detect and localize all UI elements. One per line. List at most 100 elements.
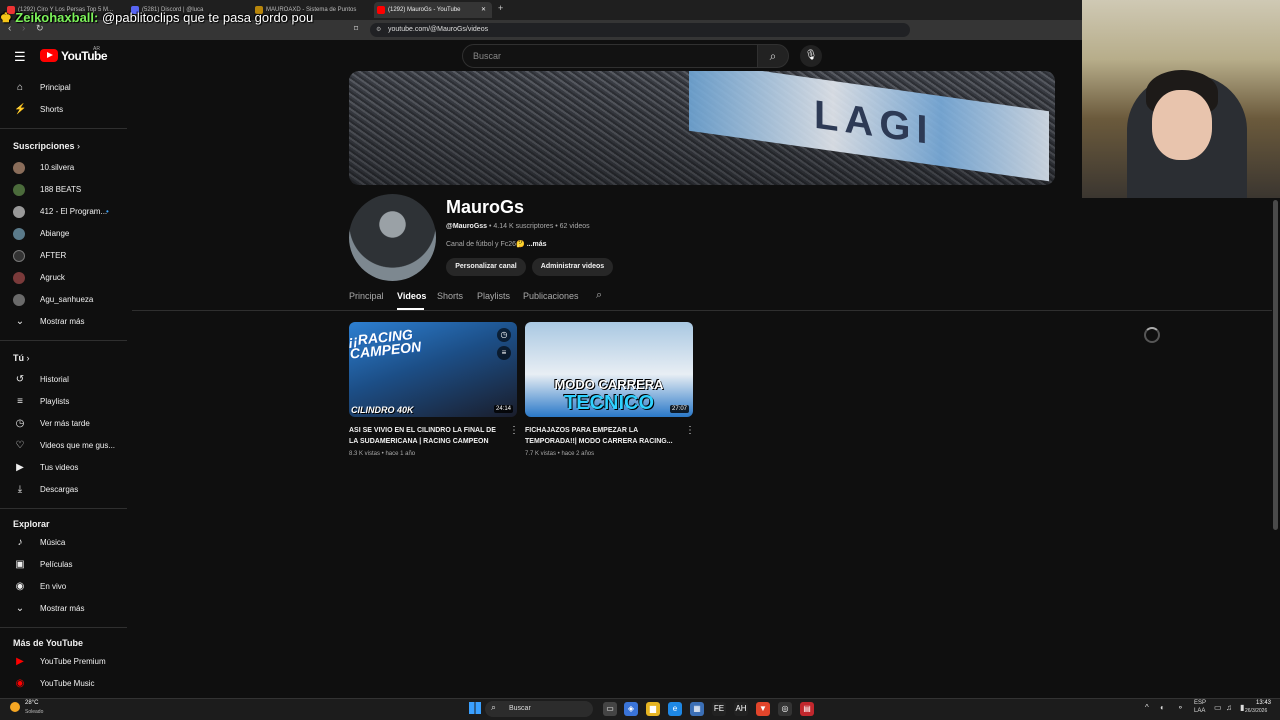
channel-avatar-large[interactable] [349, 194, 436, 281]
channel-avatar [13, 228, 25, 240]
sidebar-item-movies[interactable]: ▣ Películas [0, 554, 125, 576]
keyboard-lang[interactable]: ESP [1194, 700, 1206, 706]
sidebar-sub-item[interactable]: Agruck [0, 267, 125, 289]
site-info-icon[interactable]: ⚙ [376, 26, 381, 33]
sidebar-sub-item[interactable]: 10.silvera [0, 157, 125, 179]
sidebar-item-shorts[interactable]: ⚡ Shorts [0, 99, 125, 121]
sidebar-item-principal[interactable]: ⌂ Principal [0, 77, 125, 99]
sidebar-item-live[interactable]: ◉ En vivo [0, 576, 125, 598]
subscriptions-heading[interactable]: Suscripciones › [13, 141, 80, 151]
tab-videos[interactable]: Videos [397, 291, 426, 301]
menu-icon[interactable]: ☰ [14, 49, 26, 65]
video-meta: 8.3 K vistas • hace 1 año [349, 451, 416, 457]
description-more-link[interactable]: ...más [527, 241, 547, 248]
sidebar-sub-item[interactable]: AFTER [0, 245, 125, 267]
video-title[interactable]: FICHAJAZOS PARA EMPEZAR LA TEMPORADA!!| … [525, 425, 677, 447]
weather-sun-icon [10, 702, 20, 712]
more-options-icon[interactable]: ⋮ [509, 425, 519, 436]
app-red-icon[interactable]: ▤ [800, 702, 814, 716]
tray-app-icon[interactable]: ◐ [1160, 703, 1165, 712]
customize-channel-button[interactable]: Personalizar canal [446, 258, 526, 276]
sidebar-item-premium[interactable]: ▶ YouTube Premium [0, 651, 125, 673]
clock-time[interactable]: 13:43 [1256, 700, 1271, 706]
monitor-icon[interactable]: ▭ [1214, 703, 1222, 712]
tray-mic-icon[interactable]: ⚬ [1177, 703, 1184, 712]
sidebar-item-playlists[interactable]: ≡ Playlists [0, 391, 125, 413]
tab-principal[interactable]: Principal [349, 291, 384, 301]
you-heading[interactable]: Tú › [13, 353, 30, 363]
more-options-icon[interactable]: ⋮ [685, 425, 695, 436]
tab-publicaciones[interactable]: Publicaciones [523, 291, 579, 301]
more-youtube-heading: Más de YouTube [13, 638, 84, 648]
history-icon: ↺ [15, 374, 25, 385]
tray-chevron-icon[interactable]: ^ [1145, 703, 1149, 712]
mic-icon: 🎙 [804, 50, 818, 61]
sidebar-item-liked[interactable]: ♡ Videos que me gus... [0, 435, 125, 457]
sidebar-item-watch-later[interactable]: ◷ Ver más tarde [0, 413, 125, 435]
channel-search-icon[interactable]: ⌕ [596, 289, 602, 302]
close-tab-icon[interactable]: ✕ [481, 2, 486, 18]
edge-icon[interactable]: e [668, 702, 682, 716]
sidebar-item-music-app[interactable]: ◉ YouTube Music [0, 673, 125, 695]
file-explorer-icon[interactable]: ▆ [646, 702, 660, 716]
windows-start-icon[interactable] [469, 702, 481, 714]
video-thumbnail[interactable]: ¡¡RACING CAMPEON CILINDRO 40K ◷ ≡ 24:14 [349, 322, 517, 417]
divider [0, 508, 127, 509]
brave-icon[interactable]: ▼ [756, 702, 770, 716]
youtube-premium-icon: ▶ [16, 656, 24, 667]
region-code: AR [93, 46, 100, 52]
app-fe-icon[interactable]: FE [712, 702, 726, 716]
sidebar-item-music[interactable]: ♪ Música [0, 532, 125, 554]
video-title[interactable]: ASI SE VIVIO EN EL CILINDRO LA FINAL DE … [349, 425, 501, 447]
speaker-icon[interactable]: ♫ [1226, 703, 1232, 712]
channel-stats: • 4.14 K suscriptores • 62 videos [487, 223, 590, 230]
channel-handle: @MauroGss [446, 223, 488, 230]
task-view-icon[interactable]: ▭ [603, 702, 617, 716]
watch-later-icon[interactable]: ◷ [497, 328, 511, 342]
sidebar-sub-item[interactable]: Agu_sanhueza [0, 289, 125, 311]
channel-description[interactable]: Canal de fútbol y Fc26🤔 ...más [446, 240, 547, 248]
search-input[interactable]: Buscar [462, 44, 758, 68]
thumb-overlay-text: TECNICO [564, 392, 654, 414]
obs-icon[interactable]: ◎ [778, 702, 792, 716]
sidebar-sub-item[interactable]: Abiange [0, 223, 125, 245]
tab-playlists[interactable]: Playlists [477, 291, 510, 301]
youtube-logo-icon[interactable] [40, 49, 58, 62]
bookmark-icon[interactable]: ⌑ [354, 24, 358, 33]
widgets-icon[interactable]: ◈ [624, 702, 638, 716]
sidebar-item-downloads[interactable]: ⤓ Descargas [0, 479, 125, 501]
battery-icon[interactable]: ▮ [1240, 703, 1244, 712]
store-icon[interactable]: ▦ [690, 702, 704, 716]
thumb-overlay-text: ¡¡RACING CAMPEON [349, 326, 422, 362]
sidebar-sub-item[interactable]: 412 - El Program... • [0, 201, 125, 223]
chat-badge-icon: ♚ [0, 10, 12, 25]
film-icon: ▣ [15, 559, 25, 570]
add-to-queue-icon[interactable]: ≡ [497, 346, 511, 360]
sidebar-item-your-videos[interactable]: ▶ Tus videos [0, 457, 125, 479]
weather-temp[interactable]: 28°C [25, 700, 38, 706]
tab-label: (1292) MauroGs - YouTube [388, 7, 461, 13]
video-meta: 7.7 K vistas • hace 2 años [525, 451, 595, 457]
subs-show-more[interactable]: ⌄ Mostrar más [0, 311, 125, 333]
new-tab-icon[interactable]: + [498, 3, 503, 13]
taskbar-search[interactable]: Buscar [485, 701, 593, 717]
sidebar-item-history[interactable]: ↺ Historial [0, 369, 125, 391]
thumb-overlay-text: MODO CARRERA [554, 377, 664, 392]
manage-videos-button[interactable]: Administrar videos [532, 258, 613, 276]
search-button[interactable]: ⌕ [757, 44, 789, 68]
chevron-right-icon: › [26, 353, 30, 363]
stream-chat-overlay: ♚ Zeikohaxball: @pablitoclips que te pas… [0, 10, 313, 28]
url-field[interactable]: youtube.com/@MauroGs/videos [370, 23, 910, 37]
chat-message: @pablitoclips que te pasa gordo pou [98, 10, 314, 25]
video-thumbnail[interactable]: MODO CARRERA TECNICO 27:07 [525, 322, 693, 417]
app-ahm-icon[interactable]: AH [734, 702, 748, 716]
explore-show-more[interactable]: ⌄ Mostrar más [0, 598, 125, 620]
page-scrollbar[interactable] [1273, 200, 1278, 530]
sidebar-sub-item[interactable]: 188 BEATS [0, 179, 125, 201]
channel-name: MauroGs [446, 197, 525, 217]
browser-tab-active[interactable]: (1292) MauroGs - YouTube ✕ [374, 2, 492, 18]
youtube-logo-text[interactable]: YouTube [61, 49, 108, 63]
live-icon: ◉ [15, 581, 25, 592]
tab-shorts[interactable]: Shorts [437, 291, 463, 301]
voice-search-button[interactable]: 🎙 [800, 45, 822, 67]
